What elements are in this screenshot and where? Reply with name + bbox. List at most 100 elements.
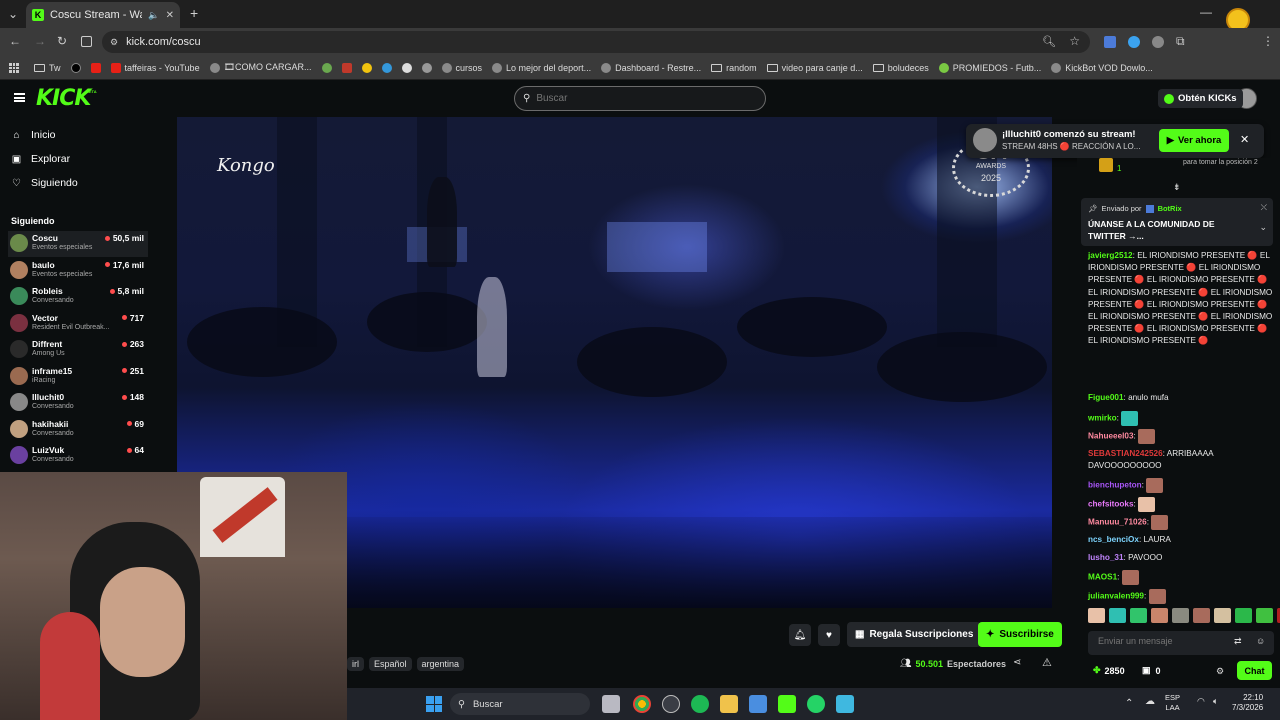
- extension-bookmark-icon[interactable]: [381, 62, 392, 73]
- chat-username[interactable]: Nahueeel03: [1088, 432, 1134, 441]
- back-icon[interactable]: ←: [9, 34, 21, 48]
- following-item[interactable]: Coscu Eventos especiales 50,5 mil: [8, 231, 148, 257]
- close-notification-icon[interactable]: ✕: [1240, 133, 1249, 146]
- tray-chevron-icon[interactable]: ⌃: [1125, 698, 1133, 709]
- emote-icon[interactable]: [1256, 608, 1273, 623]
- tag-pill[interactable]: Español: [369, 657, 412, 671]
- following-item[interactable]: inframe15 iRacing 251: [8, 364, 148, 390]
- report-icon[interactable]: ⚠: [1042, 656, 1052, 669]
- following-item[interactable]: Diffrent Among Us 263: [8, 337, 148, 363]
- stream-notification[interactable]: ¡Illuchit0 comenzó su stream! STREAM 48H…: [966, 124, 1264, 158]
- gifts-count[interactable]: ▣ 0: [1142, 665, 1161, 676]
- search-input[interactable]: [536, 93, 737, 104]
- forward-icon[interactable]: →: [34, 34, 46, 48]
- reload-icon[interactable]: ↻: [57, 34, 67, 48]
- command-icon[interactable]: ⇄: [1234, 636, 1242, 647]
- get-kicks-button[interactable]: Obtén KICKs: [1158, 89, 1243, 108]
- chat-username[interactable]: Figue001: [1088, 393, 1124, 402]
- bookmark-item[interactable]: [90, 62, 101, 73]
- clock[interactable]: 22:10 7/3/2026: [1232, 693, 1263, 713]
- chat-username[interactable]: chefsitooks: [1088, 500, 1134, 509]
- pinned-message[interactable]: 📌︎ Enviado por BotRix ⤬ ÚNANSE A LA COMU…: [1081, 198, 1273, 246]
- extensions-puzzle-icon[interactable]: ⧉: [1176, 34, 1185, 49]
- pin-toggle-icon[interactable]: ⇟: [1173, 182, 1181, 193]
- volume-icon[interactable]: 🔈︎: [1213, 696, 1218, 707]
- follow-heart-button[interactable]: ♥: [818, 624, 840, 646]
- minimize-icon[interactable]: —: [1200, 5, 1212, 19]
- close-tab-icon[interactable]: ✕: [166, 10, 174, 21]
- gift-subscriptions-button[interactable]: ▦ Regala Suscripciones: [847, 622, 982, 647]
- sidebar-item-inicio[interactable]: ⌂ Inicio: [11, 129, 55, 141]
- extension-bookmark-icon[interactable]: [421, 62, 432, 73]
- share-icon[interactable]: ⋖: [1013, 657, 1021, 668]
- chat-username[interactable]: SEBASTIAN242526: [1088, 449, 1163, 458]
- chevron-down-icon[interactable]: ⌄: [1259, 222, 1267, 233]
- following-item[interactable]: Illuchit0 Conversando 148: [8, 390, 148, 416]
- bookmark-item[interactable]: boludeces: [872, 63, 929, 73]
- tray-app-icon[interactable]: ☁: [1145, 696, 1155, 707]
- chat-username[interactable]: MAOS1: [1088, 573, 1117, 582]
- chat-input[interactable]: [1098, 636, 1218, 646]
- bookmark-item[interactable]: taffeiras - YouTube: [110, 62, 200, 73]
- language-indicator[interactable]: ESP LAA: [1165, 693, 1180, 713]
- following-item[interactable]: LuizVuk Conversando 64: [8, 443, 148, 469]
- extension-icon[interactable]: [1152, 36, 1164, 48]
- extension-bookmark-icon[interactable]: [401, 62, 412, 73]
- obs-icon[interactable]: [662, 695, 680, 713]
- translate-extension-icon[interactable]: [1104, 36, 1116, 48]
- hamburger-menu-icon[interactable]: [14, 93, 25, 102]
- emote-icon[interactable]: [1109, 608, 1126, 623]
- bookmark-item[interactable]: Lo mejor del deport...: [492, 62, 591, 73]
- kick-logo[interactable]: KICK: [36, 86, 91, 111]
- emoji-icon[interactable]: ☺: [1256, 636, 1265, 646]
- emote-icon[interactable]: [1214, 608, 1231, 623]
- kick-app-icon[interactable]: [778, 695, 796, 713]
- chat-username[interactable]: javierg2512: [1088, 251, 1133, 260]
- speaker-icon[interactable]: 🔈: [148, 10, 159, 21]
- emote-icon[interactable]: [1130, 608, 1147, 623]
- bookmark-item[interactable]: Tw: [34, 63, 61, 73]
- chat-username[interactable]: bienchupeton: [1088, 481, 1142, 490]
- bookmark-item[interactable]: Dashboard - Restre...: [601, 62, 701, 73]
- file-explorer-icon[interactable]: [720, 695, 738, 713]
- whatsapp-icon[interactable]: [807, 695, 825, 713]
- extension-bookmark-icon[interactable]: [361, 62, 372, 73]
- chat-username[interactable]: wmirko: [1088, 414, 1117, 423]
- new-tab-icon[interactable]: +: [190, 5, 198, 21]
- settings-gear-icon[interactable]: ⚙: [1216, 666, 1224, 677]
- zoom-icon[interactable]: 🔍︎: [1042, 35, 1056, 48]
- wifi-icon[interactable]: ◠: [1197, 696, 1205, 707]
- chat-username[interactable]: lusho_31: [1088, 553, 1124, 562]
- site-info-icon[interactable]: ⚙: [110, 37, 118, 48]
- taskbar-search[interactable]: ⚲ Buscar: [450, 693, 590, 715]
- tag-pill[interactable]: argentina: [416, 657, 465, 671]
- chat-input-box[interactable]: ⇄ ☺: [1088, 631, 1274, 655]
- address-bar[interactable]: ⚙ kick.com/coscu 🔍︎ ☆: [102, 31, 1090, 53]
- apps-grid-icon[interactable]: [9, 63, 19, 73]
- bookmark-item[interactable]: 🎞COMO CARGAR...: [209, 62, 312, 73]
- extension-bookmark-icon[interactable]: [341, 62, 352, 73]
- extension-icon[interactable]: [1128, 36, 1140, 48]
- chat-username[interactable]: ncs_benciOx: [1088, 535, 1139, 544]
- notepad-icon[interactable]: [836, 695, 854, 713]
- emote-icon[interactable]: [1088, 608, 1105, 623]
- bookmark-item[interactable]: random: [711, 63, 757, 73]
- chat-username[interactable]: julianvalen999: [1088, 592, 1144, 601]
- search-bar[interactable]: ⚲: [514, 86, 766, 111]
- following-item[interactable]: baulo Eventos especiales 17,6 mil: [8, 258, 148, 284]
- unpin-icon[interactable]: ⤬: [1261, 203, 1267, 213]
- bookmark-star-icon[interactable]: ☆: [1069, 34, 1080, 48]
- following-item[interactable]: hakihakii Conversando 69: [8, 417, 148, 443]
- chat-username[interactable]: Manuuu_71026: [1088, 518, 1147, 527]
- following-item[interactable]: Vector Resident Evil Outbreak... 717: [8, 311, 148, 337]
- watch-now-button[interactable]: ▶ Ver ahora: [1159, 129, 1229, 152]
- bookmark-item[interactable]: [70, 62, 81, 73]
- task-view-icon[interactable]: [602, 695, 620, 713]
- bookmark-item[interactable]: video para canje d...: [766, 63, 863, 73]
- extension-bookmark-icon[interactable]: [321, 62, 332, 73]
- sidebar-item-explorar[interactable]: ▣ Explorar: [11, 153, 70, 165]
- subscribe-button[interactable]: ✦ Suscribirse: [978, 622, 1062, 647]
- tab-search-icon[interactable]: ⌄: [8, 7, 18, 21]
- windows-start-icon[interactable]: [426, 696, 442, 712]
- bookmark-item[interactable]: KickBot VOD Dowlo...: [1051, 62, 1153, 73]
